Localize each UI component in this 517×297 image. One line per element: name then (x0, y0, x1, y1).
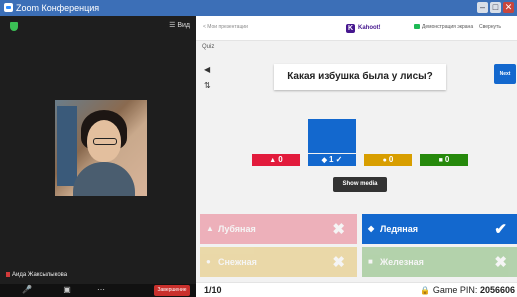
question-progress: 1/10 (204, 285, 222, 295)
triangle-icon: ▲ (206, 224, 214, 233)
next-button[interactable]: Next (494, 64, 516, 84)
kahoot-shared-screen: < Мои презентации K Kahoot! Демонстрация… (196, 16, 517, 297)
zoom-logo-icon (4, 3, 13, 12)
kahoot-topbar: < Мои презентации K Kahoot! Демонстрация… (196, 16, 517, 41)
result-count-square: ■ 0 (420, 154, 468, 166)
kahoot-logo: K Kahoot! (346, 22, 381, 34)
participant-glasses (93, 138, 117, 145)
triangle-icon: ▲ (269, 157, 277, 164)
result-count-diamond: ◆ 1 ✓ (308, 154, 356, 166)
kahoot-footer: 1/10 🔒 Game PIN: 2056606 (196, 282, 517, 297)
zoom-video-panel: ☰ Вид Аида Жаксылыкова 🎤 ▣ ⋯ Завершение (0, 16, 196, 297)
square-icon: ■ (438, 157, 443, 164)
participant-name: Аида Жаксылыкова (6, 272, 67, 278)
view-button[interactable]: ☰ Вид (169, 21, 190, 29)
answer-label: Снежная (218, 257, 257, 267)
answer-option-circle: ● Снежная ✖ (200, 247, 357, 277)
lock-icon: 🔒 (419, 286, 430, 295)
game-pin-value: 2056606 (479, 285, 515, 295)
circle-icon: ● (206, 257, 211, 266)
game-pin: 🔒 Game PIN: 2056606 (420, 285, 515, 295)
diamond-icon: ◆ (368, 224, 375, 233)
incorrect-icon: ✖ (332, 221, 345, 238)
result-count-value: 1 ✓ (329, 155, 343, 164)
game-pin-label: Game PIN: (432, 285, 478, 295)
maximize-button[interactable]: □ (490, 2, 501, 13)
share-screen-button[interactable]: Демонстрация экрана (414, 24, 473, 30)
camera-icon[interactable]: ▣ (62, 285, 72, 295)
circle-icon: ● (382, 157, 387, 164)
collapse-button[interactable]: Свернуть (479, 24, 501, 30)
result-count-value: 0 (278, 155, 283, 164)
security-shield-icon[interactable] (10, 22, 18, 31)
more-icon[interactable]: ⋯ (96, 285, 106, 295)
quiz-type-label: Quiz (202, 44, 215, 50)
end-meeting-button[interactable]: Завершение (154, 285, 190, 296)
bookshelf-background (57, 106, 77, 186)
answer-label: Лубяная (218, 224, 256, 234)
sound-icon[interactable]: ◀ (204, 66, 212, 74)
answer-label: Железная (380, 257, 424, 267)
incorrect-icon: ✖ (332, 254, 345, 271)
meeting-toolbar: 🎤 ▣ ⋯ Завершение (0, 284, 196, 297)
show-media-button[interactable]: Show media (333, 177, 387, 192)
microphone-icon[interactable]: 🎤 (22, 285, 32, 295)
result-count-circle: ● 0 (364, 154, 412, 166)
minimize-button[interactable]: – (477, 2, 488, 13)
window-titlebar: Zoom Конференция – □ ✕ (0, 0, 517, 16)
window-controls: – □ ✕ (477, 2, 514, 13)
question-title: Какая избушка была у лисы? (274, 64, 446, 90)
window-title: Zoom Конференция (16, 3, 100, 13)
result-count-value: 0 (444, 155, 450, 164)
answer-label: Ледяная (380, 224, 418, 234)
square-icon: ■ (368, 257, 373, 266)
incorrect-icon: ✖ (494, 254, 507, 271)
participant-body (73, 162, 135, 196)
answer-option-diamond: ◆ Ледяная ✔ (362, 214, 517, 244)
answer-option-square: ■ Железная ✖ (362, 247, 517, 277)
result-count-triangle: ▲ 0 (252, 154, 300, 166)
correct-check-icon: ✔ (494, 221, 507, 238)
results-chart: ▲ 0 ◆ 1 ✓ ● 0 ■ 0 (252, 116, 468, 166)
view-label: Вид (177, 22, 190, 29)
result-bar-diamond (308, 119, 356, 153)
participant-video[interactable] (55, 100, 147, 196)
filter-icon[interactable]: ⇅ (204, 82, 212, 90)
result-count-value: 0 (388, 155, 394, 164)
kahoot-logo-text: Kahoot! (358, 25, 381, 31)
answer-option-triangle: ▲ Лубяная ✖ (200, 214, 357, 244)
diamond-icon: ◆ (321, 157, 327, 164)
back-link[interactable]: < Мои презентации (203, 24, 248, 30)
close-button[interactable]: ✕ (503, 2, 514, 13)
kahoot-logo-icon: K (346, 23, 355, 33)
